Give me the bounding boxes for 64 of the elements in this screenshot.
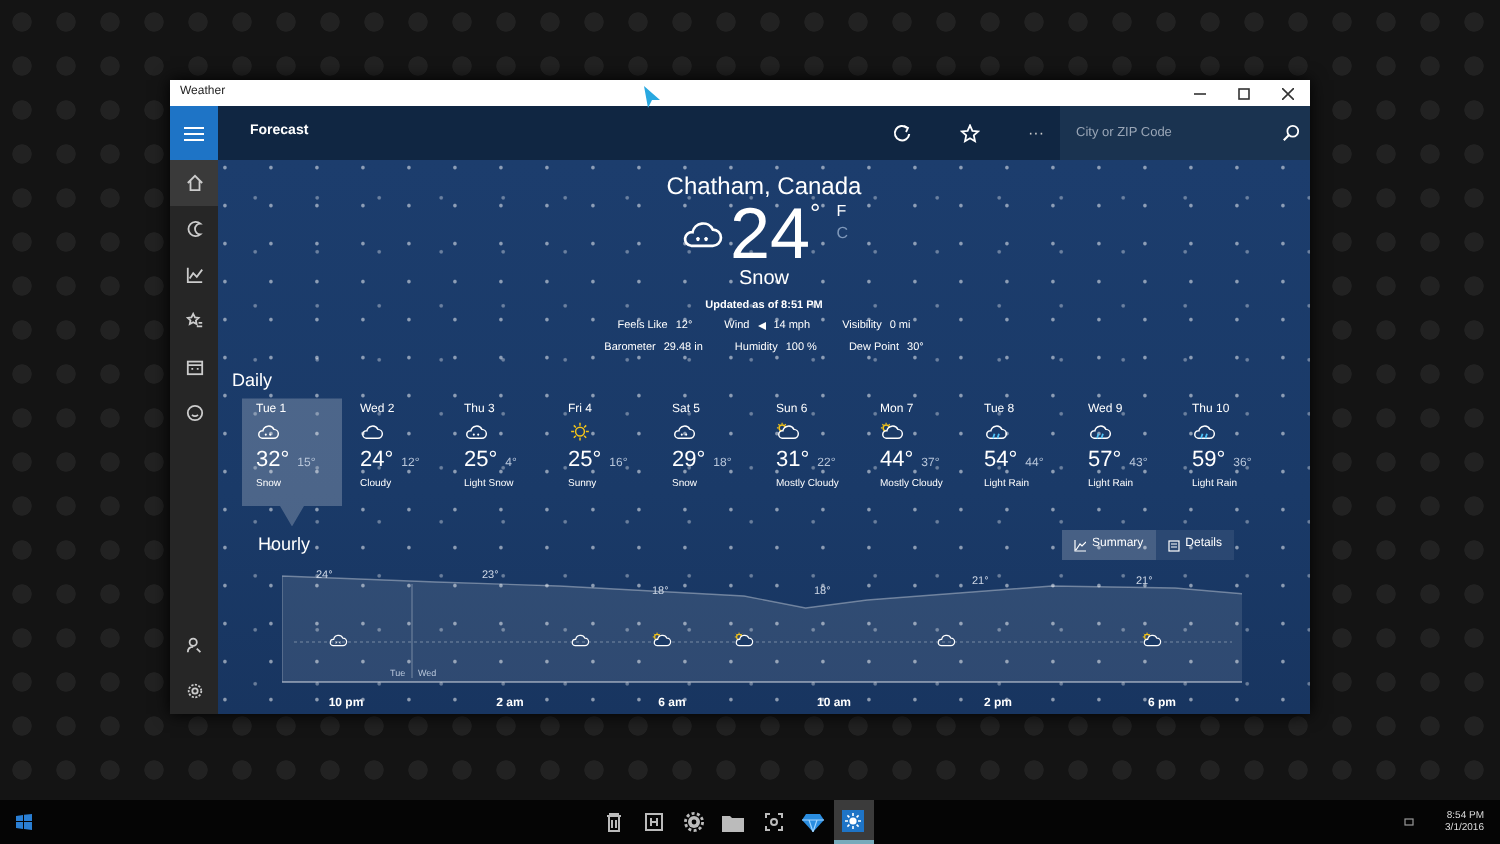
moon-icon[interactable]: [185, 220, 203, 238]
sun-cloud-icon: [1142, 633, 1161, 647]
menu-button[interactable]: [170, 106, 218, 160]
close-icon: [1282, 87, 1294, 99]
high-temperature: 25°: [568, 446, 602, 477]
notification-icon[interactable]: [1403, 817, 1414, 827]
high-temperature: 31°: [776, 446, 810, 477]
section-title: Hourly: [258, 532, 313, 558]
rain-cloud-icon: [1088, 422, 1112, 443]
start-button[interactable]: [16, 814, 32, 830]
high-temperature: 44°: [880, 446, 914, 477]
high-temperature: 32°: [256, 446, 290, 477]
smiley-icon[interactable]: [185, 404, 203, 422]
temperature-value: 24: [729, 200, 811, 268]
high-temperature: 24°: [360, 446, 394, 477]
cloud-icon: [360, 422, 384, 443]
unit-toggle[interactable]: C: [836, 222, 849, 244]
person-search-icon[interactable]: [185, 636, 203, 654]
high-temperature: 25°: [464, 446, 498, 477]
maximize-icon: [1238, 87, 1250, 99]
folder-icon[interactable]: [722, 813, 745, 831]
refresh-icon[interactable]: [892, 123, 912, 143]
high-temperature: 57°: [1088, 446, 1122, 477]
gem-icon[interactable]: [802, 813, 825, 831]
unit-toggle[interactable]: F: [836, 200, 849, 222]
snow-cloud-icon: [464, 422, 488, 443]
menu-icon: [184, 125, 204, 141]
sun-icon: [568, 422, 592, 443]
cloud-icon: [938, 635, 955, 647]
snow-cloud-icon: [330, 635, 347, 647]
section-title: Daily: [232, 367, 275, 394]
degree-symbol: °: [810, 200, 821, 226]
settings-icon[interactable]: [185, 682, 203, 700]
list-icon: [1167, 539, 1180, 552]
location-name: Chatham, Canada: [666, 172, 862, 200]
mouse-pointer-icon: [644, 86, 662, 108]
chart-icon: [1073, 539, 1086, 552]
box-icon[interactable]: [643, 812, 664, 832]
sun-cloud-icon: [776, 422, 800, 443]
chart-icon[interactable]: [185, 266, 203, 284]
trash-icon[interactable]: [603, 812, 624, 832]
more-button[interactable]: ···: [1028, 121, 1044, 145]
gear-icon[interactable]: [683, 812, 704, 832]
sun-cloud-icon: [734, 633, 753, 647]
snow-cloud-icon: [679, 216, 724, 252]
favorite-star-icon[interactable]: [960, 123, 980, 143]
condition-text: Snow: [738, 268, 789, 292]
home-icon[interactable]: [185, 174, 203, 192]
frame-icon[interactable]: [763, 812, 784, 832]
high-temperature: 29°: [672, 446, 706, 477]
search-icon[interactable]: [1282, 124, 1300, 142]
sun-app-icon[interactable]: [842, 809, 865, 831]
cloud-icon: [572, 635, 589, 647]
sun-cloud-icon: [880, 422, 904, 443]
snow-cloud-icon: [672, 422, 696, 443]
star-list-icon[interactable]: [185, 312, 203, 330]
high-temperature: 54°: [984, 446, 1018, 477]
minimize-icon: [1194, 87, 1206, 99]
calendar-icon[interactable]: [185, 358, 203, 376]
rain-cloud-icon: [984, 422, 1008, 443]
snow-cloud-icon: [256, 422, 280, 443]
sun-cloud-icon: [652, 633, 671, 647]
rain-cloud-icon: [1192, 422, 1216, 443]
high-temperature: 59°: [1192, 446, 1226, 477]
